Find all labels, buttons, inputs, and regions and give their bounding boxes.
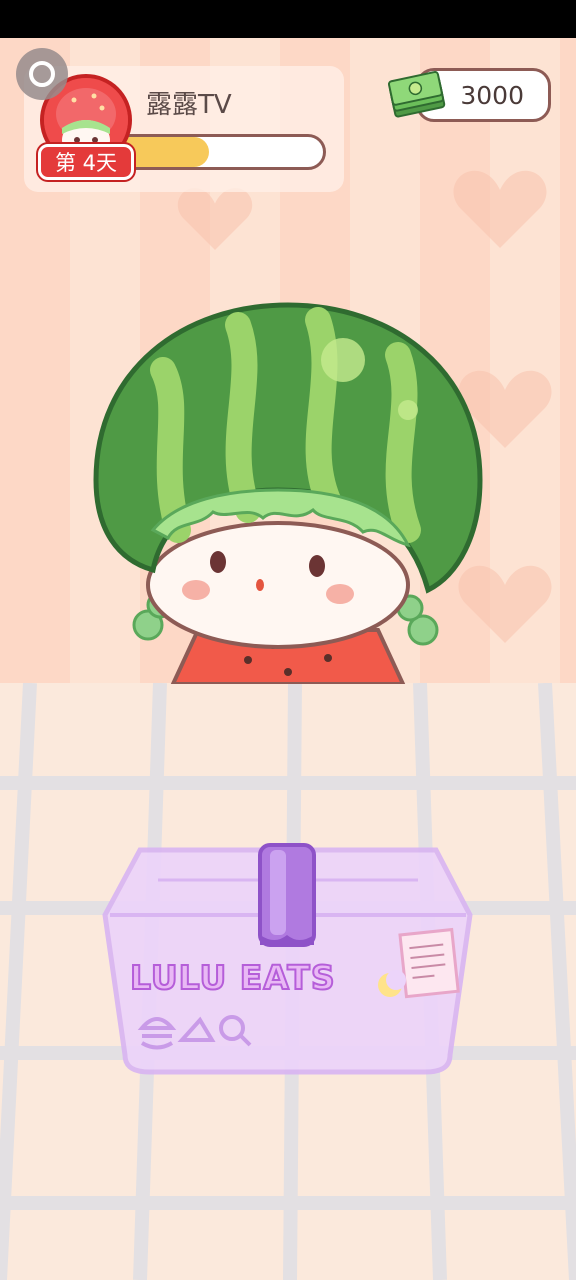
cash-stack-icon [387, 71, 446, 118]
day-badge: 第 4天 [38, 144, 134, 180]
heart-decoration-icon [453, 170, 547, 248]
record-button[interactable] [16, 48, 68, 100]
progress-bar [112, 134, 326, 170]
record-ring-icon [29, 61, 55, 87]
watermelon-girl-character[interactable] [88, 300, 488, 686]
status-bar [0, 0, 576, 38]
lunchbox-brand-label: LULU EATS [129, 957, 336, 998]
channel-name: 露露TV [146, 90, 232, 120]
currency-amount: 3000 [460, 80, 524, 110]
